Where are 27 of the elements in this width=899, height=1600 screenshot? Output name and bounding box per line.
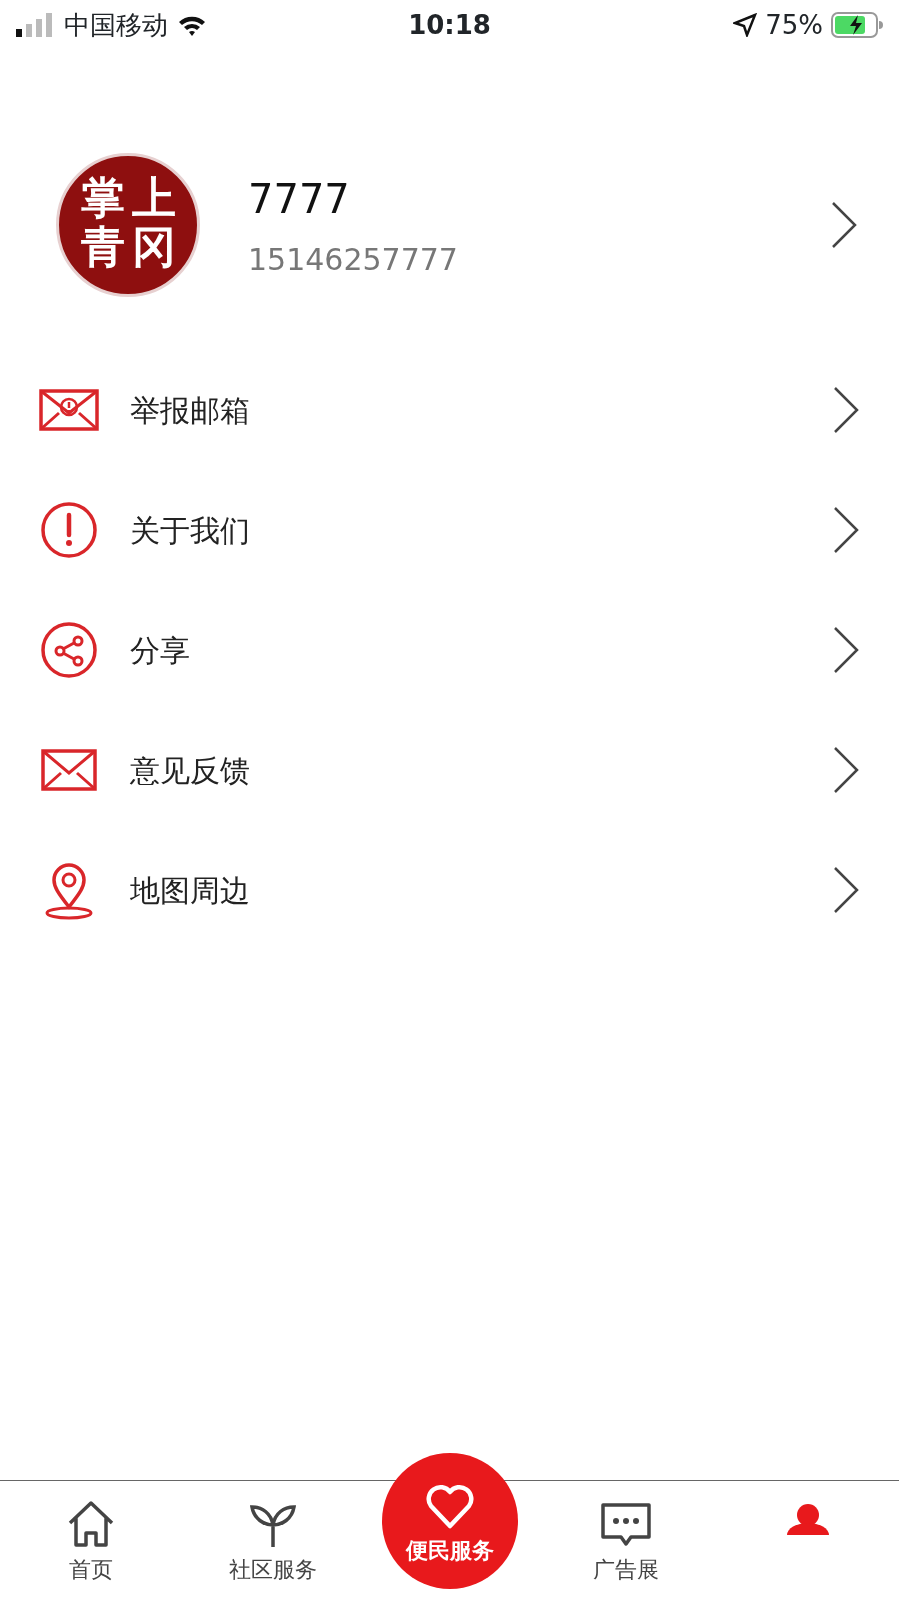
menu-item[interactable]: 举报邮箱 <box>0 350 899 470</box>
battery-icon <box>831 12 883 38</box>
tab-bar-item[interactable]: 广告展 <box>534 1481 717 1587</box>
carrier-name: 中国移动 <box>64 8 168 42</box>
person-icon <box>786 1503 829 1536</box>
chevron-right-icon <box>831 866 861 914</box>
exclamation-circle-icon <box>38 499 100 561</box>
phone-number: 15146257777 <box>248 240 458 279</box>
menu-item[interactable]: 地图周边 <box>0 830 899 950</box>
avatar-logo: 掌上 青 冈 <box>56 153 200 297</box>
tab-bar-item[interactable]: 首页 <box>0 1481 183 1587</box>
location-arrow-icon <box>733 13 758 37</box>
chevron-right-icon <box>831 386 861 434</box>
tab-bar-item[interactable]: 社区服务 <box>182 1481 365 1587</box>
chevron-right-icon <box>831 626 861 674</box>
chevron-right-icon <box>831 506 861 554</box>
profile-row[interactable]: 掌上 青 冈 7777 15146257777 <box>0 50 899 320</box>
chevron-right-icon <box>829 201 859 249</box>
menu-item[interactable]: 分享 <box>0 590 899 710</box>
user-name: 7777 <box>248 174 351 224</box>
chevron-right-icon <box>831 746 861 794</box>
menu-item[interactable]: 关于我们 <box>0 470 899 590</box>
share-icon <box>38 619 100 681</box>
menu-item[interactable]: 意见反馈 <box>0 710 899 830</box>
status-time: 10:18 <box>408 8 491 42</box>
battery-percent: 75% <box>765 8 823 42</box>
center-tab-button[interactable]: 便民服务 <box>381 1453 518 1589</box>
